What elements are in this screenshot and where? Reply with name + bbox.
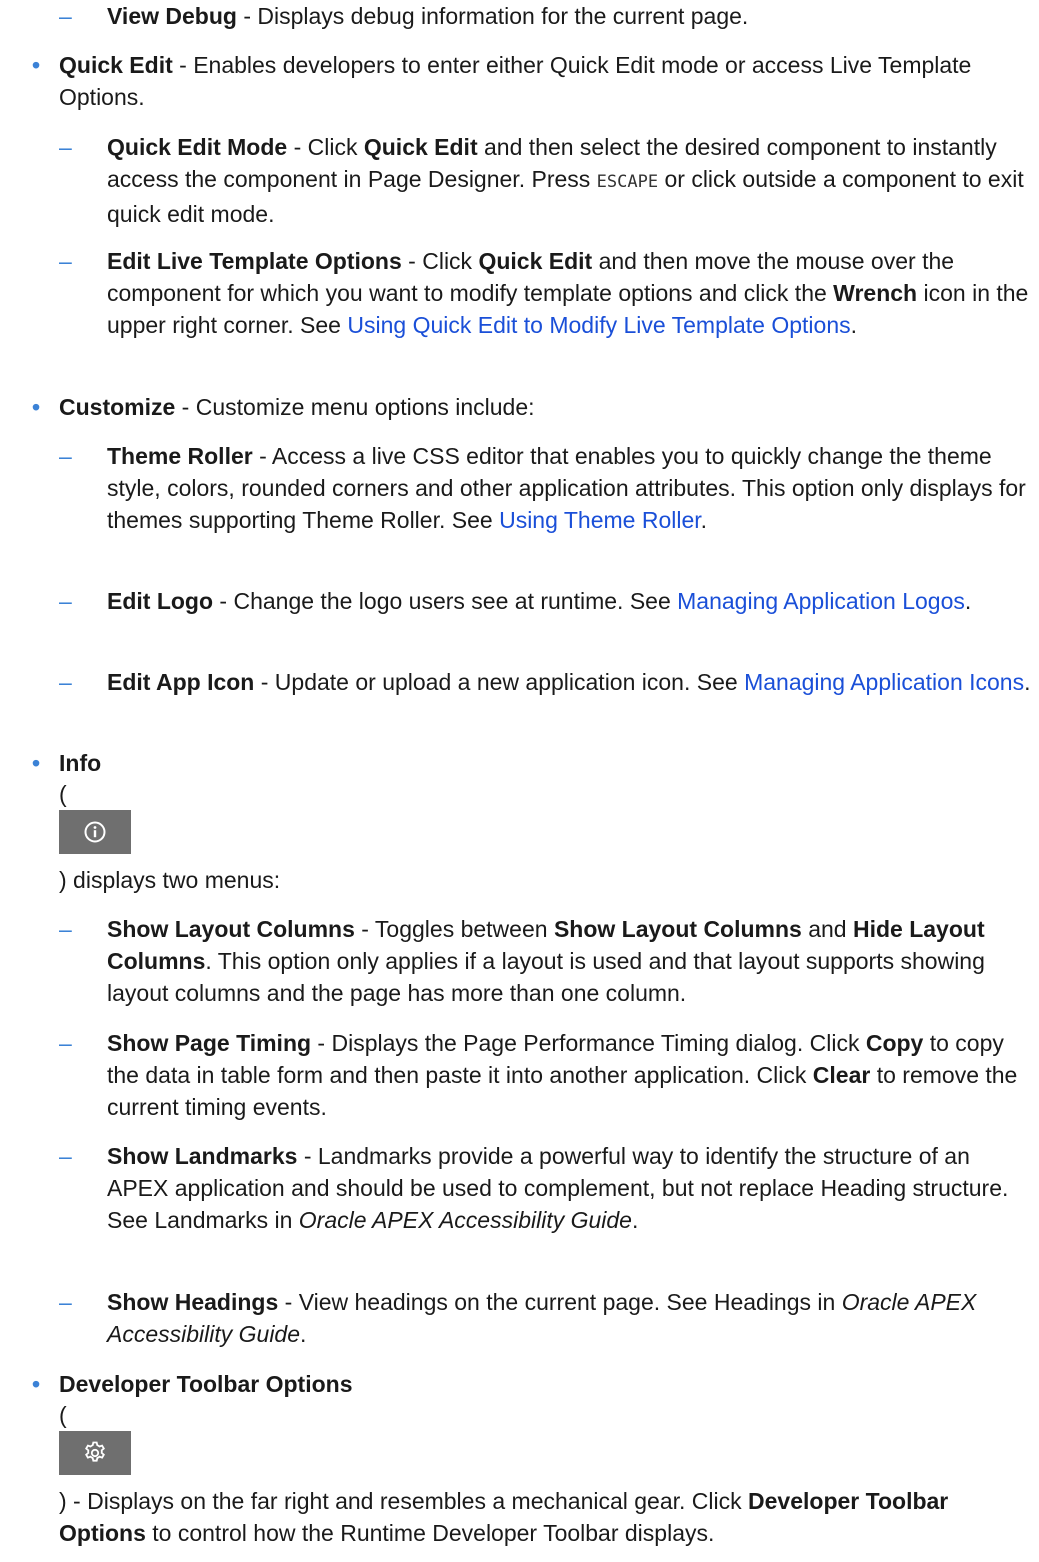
headings-text-2: . [300,1321,307,1347]
dash-bullet: – [59,588,72,614]
sub-list-edit-app-icon: – Edit App Icon - Update or upload a new… [59,666,1034,698]
top-list-dev-toolbar: • Developer Toolbar Options [0,1368,1039,1400]
page-timing-bold-clear: Clear [812,1062,871,1088]
edit-app-icon-text: - Update or upload a new application ico… [254,669,745,695]
info-after-text: ) displays two menus: [59,867,281,893]
landmarks-text-2: . [631,1207,639,1233]
landmarks-guide-title: Oracle APEX Accessibility Guide [298,1207,632,1233]
list-item-edit-live-template: – Edit Live Template Options - Click Qui… [59,245,1039,341]
sub-list-layout-columns: – Show Layout Columns - Toggles between … [59,913,1039,1009]
dev-toolbar-label: Developer Toolbar Options [59,1371,353,1397]
info-open-paren: ( [59,781,67,807]
dash-bullet: – [59,916,72,942]
page-timing-text-1: - Displays the Page Performance Timing d… [311,1030,866,1056]
dev-toolbar-text-1: ) - Displays on the far right and resemb… [59,1488,749,1514]
dash-bullet: – [59,248,72,274]
edit-app-icon-end: . [1024,669,1031,695]
list-item-show-page-timing: – Show Page Timing - Displays the Page P… [59,1027,1039,1123]
sub-list-view-debug: – View Debug - Displays debug informatio… [59,0,1034,32]
dash-bullet: – [59,1289,72,1315]
edit-logo-text: - Change the logo users see at runtime. … [213,588,678,614]
edit-live-text-1: - Click [401,248,479,274]
sub-list-headings: – Show Headings - View headings on the c… [59,1286,1034,1350]
dash-bullet: – [59,443,72,469]
info-icon [84,821,106,843]
sub-list-page-timing: – Show Page Timing - Displays the Page P… [59,1027,1039,1123]
edit-logo-end: . [964,588,972,614]
top-list-quick-edit: • Quick Edit - Enables developers to ent… [0,49,1039,113]
edit-logo-label: Edit Logo [107,588,214,614]
layout-cols-text-3: . This option only applies if a layout i… [107,948,985,1006]
list-item-info: • Info [0,747,1039,779]
dash-bullet: – [59,1030,72,1056]
sub-list-quick-edit-mode: – Quick Edit Mode - Click Quick Edit and… [59,131,1039,230]
edit-live-bold-1: Quick Edit [478,248,593,274]
layout-cols-text-2: and [801,916,853,942]
list-item-customize: • Customize - Customize menu options inc… [0,391,1034,423]
sub-list-edit-live: – Edit Live Template Options - Click Qui… [59,245,1039,341]
sub-list-edit-logo: – Edit Logo - Change the logo users see … [59,585,1039,617]
customize-text: - Customize menu options include: [175,394,535,420]
dash-bullet: – [59,669,72,695]
quick-edit-mode-text-1: - Click [287,134,364,160]
document-page: – View Debug - Displays debug informatio… [0,0,1039,1562]
layout-cols-label: Show Layout Columns [107,916,355,942]
list-item-theme-roller: – Theme Roller - Access a live CSS edito… [59,440,1034,536]
theme-roller-end: . [700,507,708,533]
landmarks-label: Show Landmarks [107,1143,298,1169]
edit-live-bold-2: Wrench [833,280,918,306]
bullet: • [32,750,41,776]
quick-edit-text: - Enables developers to enter either Qui… [59,52,972,110]
list-item-edit-logo: – Edit Logo - Change the logo users see … [59,585,1039,617]
edit-live-text-4: . [850,312,858,338]
dev-toolbar-text-2: to control how the Runtime Developer Too… [145,1520,715,1546]
layout-cols-text-1: - Toggles between [354,916,554,942]
quick-edit-mode-bold-1: Quick Edit [363,134,478,160]
view-debug-label: View Debug [107,3,237,29]
list-item-dev-toolbar-options: • Developer Toolbar Options [0,1368,1039,1400]
link-using-theme-roller[interactable]: Using Theme Roller [499,507,701,533]
top-list-customize: • Customize - Customize menu options inc… [0,391,1039,423]
gear-icon [85,1441,105,1462]
info-label: Info [59,750,102,776]
list-item-quick-edit-mode: – Quick Edit Mode - Click Quick Edit and… [59,131,1039,230]
link-using-quick-edit[interactable]: Using Quick Edit to Modify Live Template… [347,312,850,338]
bullet: • [32,52,41,78]
list-item-view-debug: – View Debug - Displays debug informatio… [59,0,1034,32]
list-item-quick-edit: • Quick Edit - Enables developers to ent… [0,49,1034,113]
link-managing-app-icons[interactable]: Managing Application Icons [744,669,1024,695]
bullet: • [32,1371,41,1397]
sub-list-landmarks: – Show Landmarks - Landmarks provide a p… [59,1140,1019,1236]
edit-app-icon-label: Edit App Icon [107,669,255,695]
dev-toolbar-open-paren: ( [59,1402,67,1428]
view-debug-text: - Displays debug information for the cur… [236,3,749,29]
theme-roller-label: Theme Roller [107,443,253,469]
dash-bullet: – [59,3,72,29]
headings-label: Show Headings [107,1289,279,1315]
list-item-edit-app-icon: – Edit App Icon - Update or upload a new… [59,666,1034,698]
page-timing-label: Show Page Timing [107,1030,312,1056]
headings-text-1: - View headings on the current page. See… [278,1289,842,1315]
gear-icon-button [59,1431,131,1475]
quick-edit-mode-label: Quick Edit Mode [107,134,288,160]
sub-list-theme-roller: – Theme Roller - Access a live CSS edito… [59,440,1034,536]
info-icon-button [59,810,131,854]
page-timing-bold-copy: Copy [865,1030,924,1056]
dash-bullet: – [59,134,72,160]
edit-live-label: Edit Live Template Options [107,248,402,274]
list-item-show-landmarks: – Show Landmarks - Landmarks provide a p… [59,1140,1019,1236]
top-list-info: • Info [0,747,1039,779]
dev-toolbar-description: ) - Displays on the far right and resemb… [59,1485,1034,1549]
escape-key-code: ESCAPE [596,172,659,192]
customize-label: Customize [59,394,176,420]
layout-cols-bold-1: Show Layout Columns [553,916,802,942]
list-item-show-headings: – Show Headings - View headings on the c… [59,1286,1034,1350]
list-item-show-layout-columns: – Show Layout Columns - Toggles between … [59,913,1039,1009]
bullet: • [32,394,41,420]
quick-edit-label: Quick Edit [59,52,173,78]
dash-bullet: – [59,1143,72,1169]
link-managing-app-logos[interactable]: Managing Application Logos [677,588,965,614]
